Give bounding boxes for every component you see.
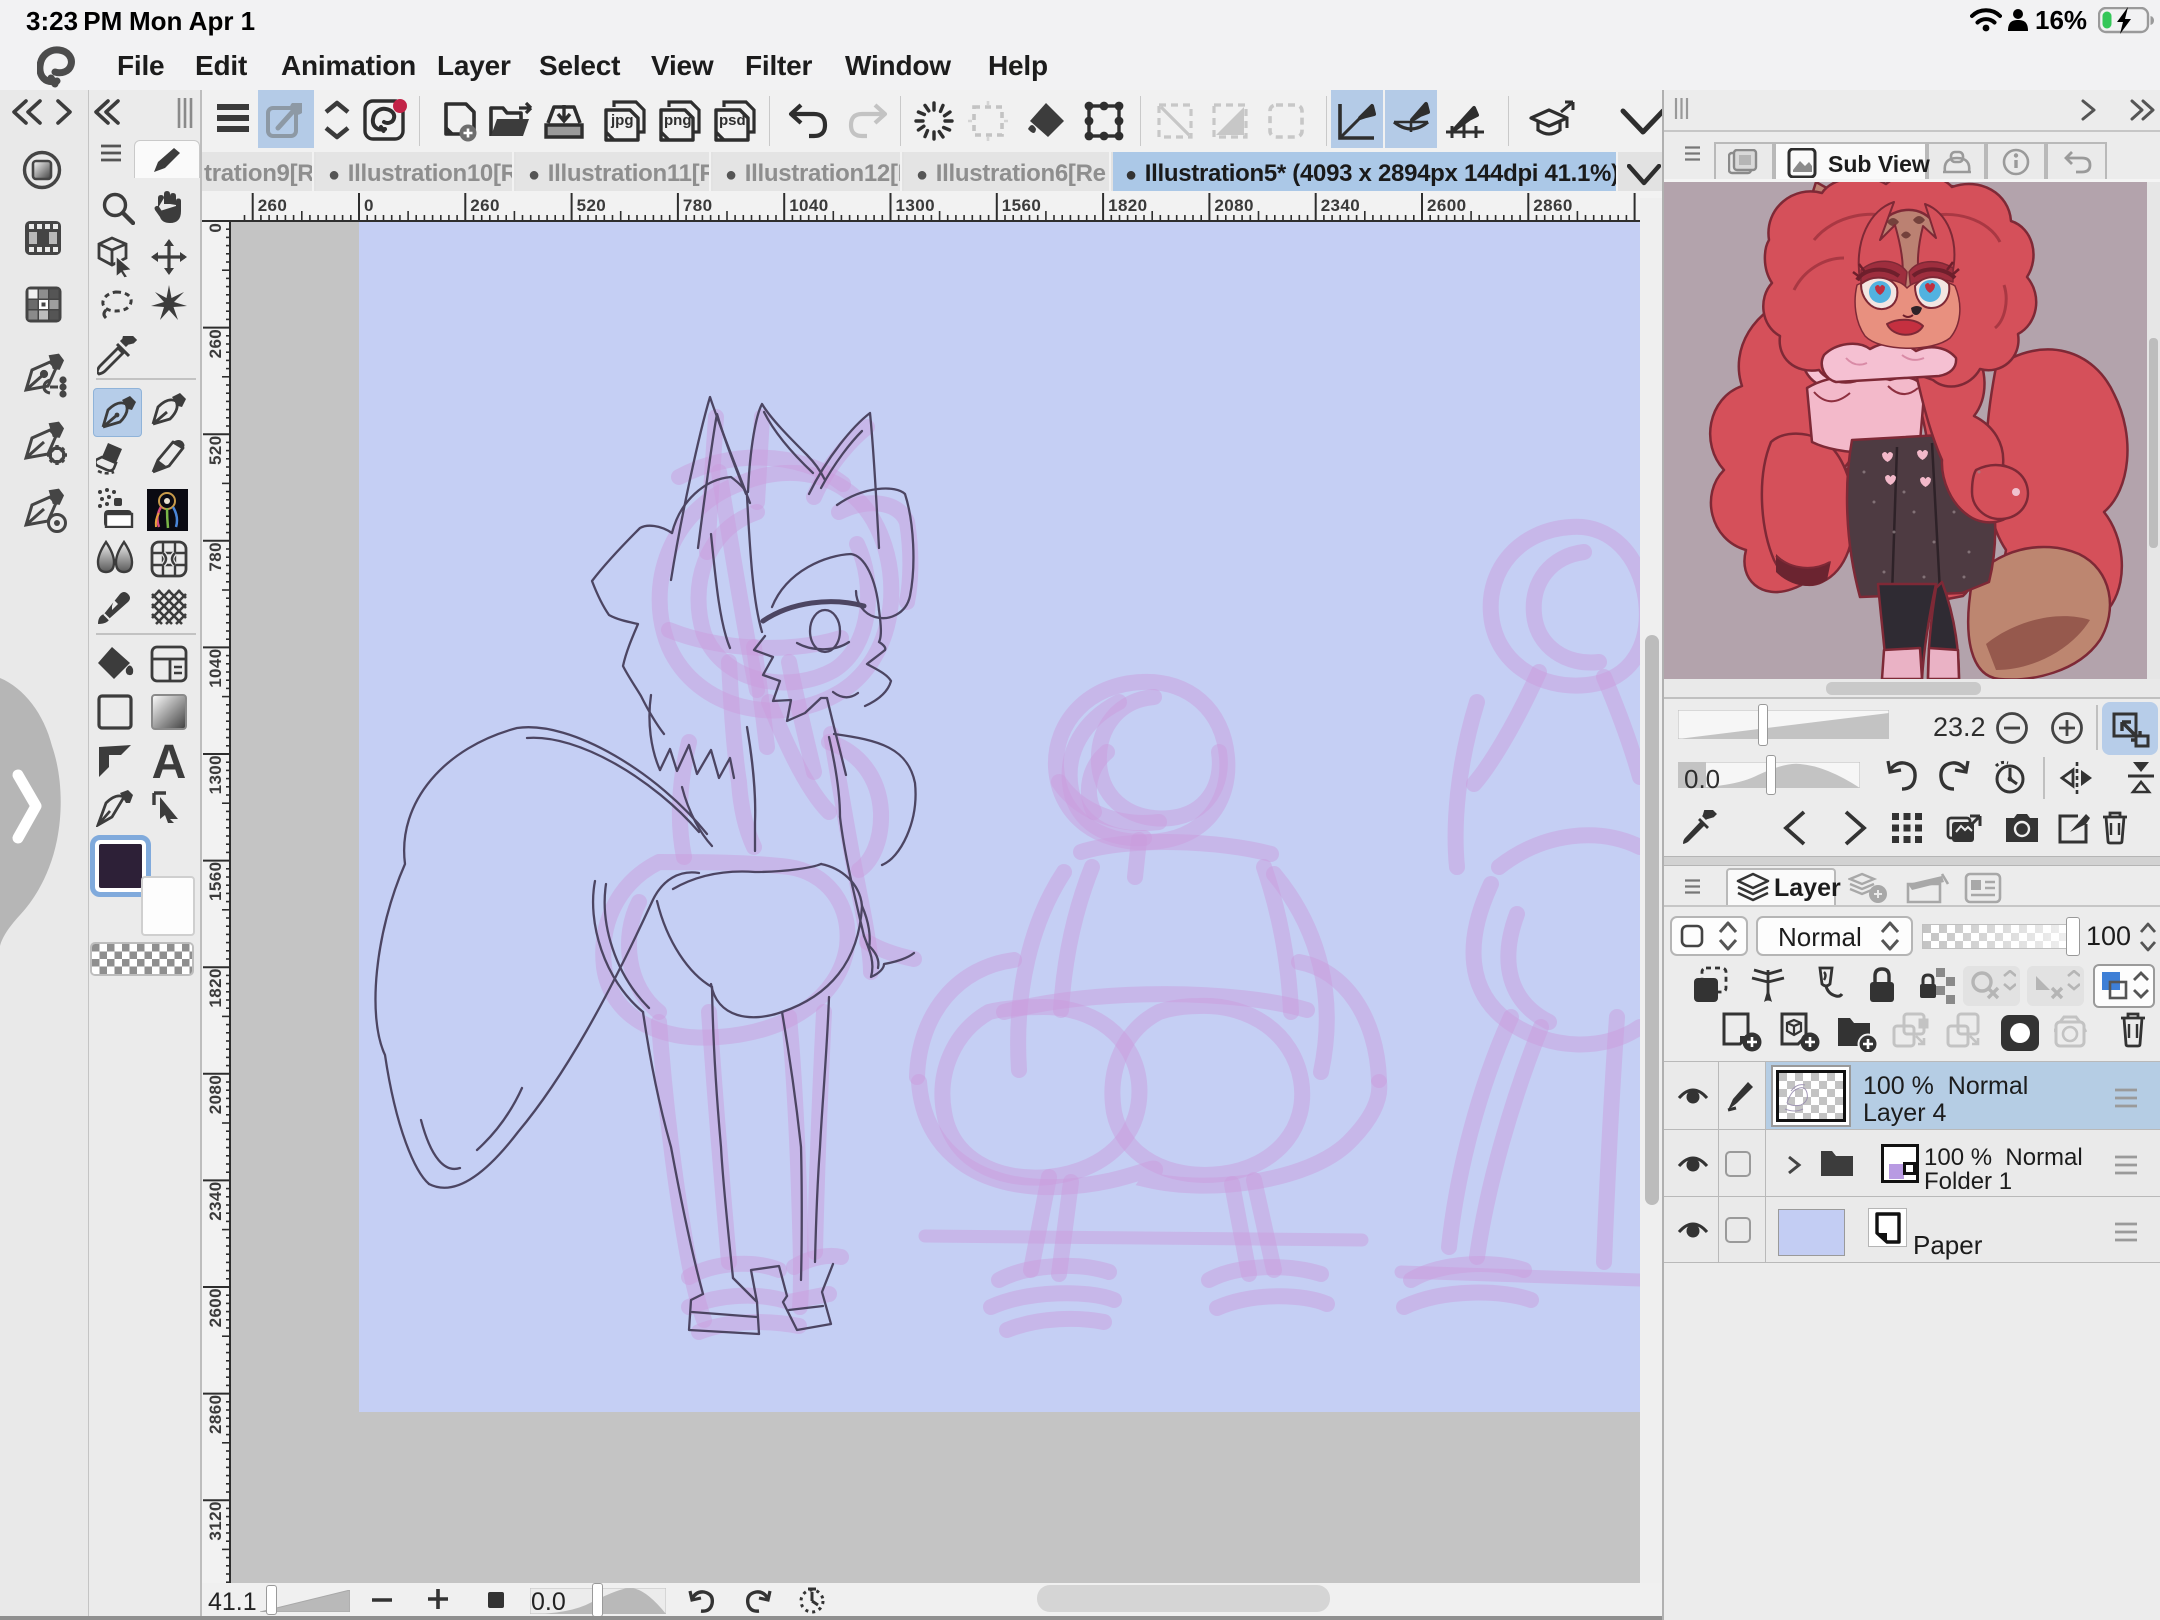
svg-text:780: 780 — [206, 542, 225, 572]
svg-text:2080: 2080 — [1214, 196, 1253, 215]
svg-text:260: 260 — [206, 329, 225, 359]
svg-text:1820: 1820 — [206, 968, 225, 1007]
svg-text:2080: 2080 — [206, 1075, 225, 1114]
svg-text:1040: 1040 — [206, 648, 225, 687]
svg-text:520: 520 — [577, 196, 607, 215]
svg-text:2340: 2340 — [206, 1181, 225, 1220]
svg-text:2860: 2860 — [1533, 196, 1572, 215]
svg-text:520: 520 — [206, 435, 225, 465]
svg-text:psd: psd — [719, 112, 746, 129]
svg-text:1300: 1300 — [206, 755, 225, 794]
svg-text:780: 780 — [683, 196, 713, 215]
svg-text:2340: 2340 — [1321, 196, 1360, 215]
svg-text:260: 260 — [470, 196, 500, 215]
svg-text:0: 0 — [364, 196, 374, 215]
svg-text:0: 0 — [206, 223, 225, 233]
svg-text:2600: 2600 — [206, 1288, 225, 1327]
svg-text:1820: 1820 — [1108, 196, 1147, 215]
svg-text:3120: 3120 — [206, 1501, 225, 1540]
svg-text:2600: 2600 — [1427, 196, 1466, 215]
svg-text:jpg: jpg — [610, 112, 634, 129]
svg-text:1300: 1300 — [896, 196, 935, 215]
svg-text:1040: 1040 — [789, 196, 828, 215]
svg-text:260: 260 — [258, 196, 288, 215]
svg-text:2860: 2860 — [206, 1395, 225, 1434]
svg-text:1560: 1560 — [1002, 196, 1041, 215]
svg-text:png: png — [664, 112, 692, 129]
svg-text:1560: 1560 — [206, 862, 225, 901]
svg-text:A: A — [152, 738, 187, 782]
